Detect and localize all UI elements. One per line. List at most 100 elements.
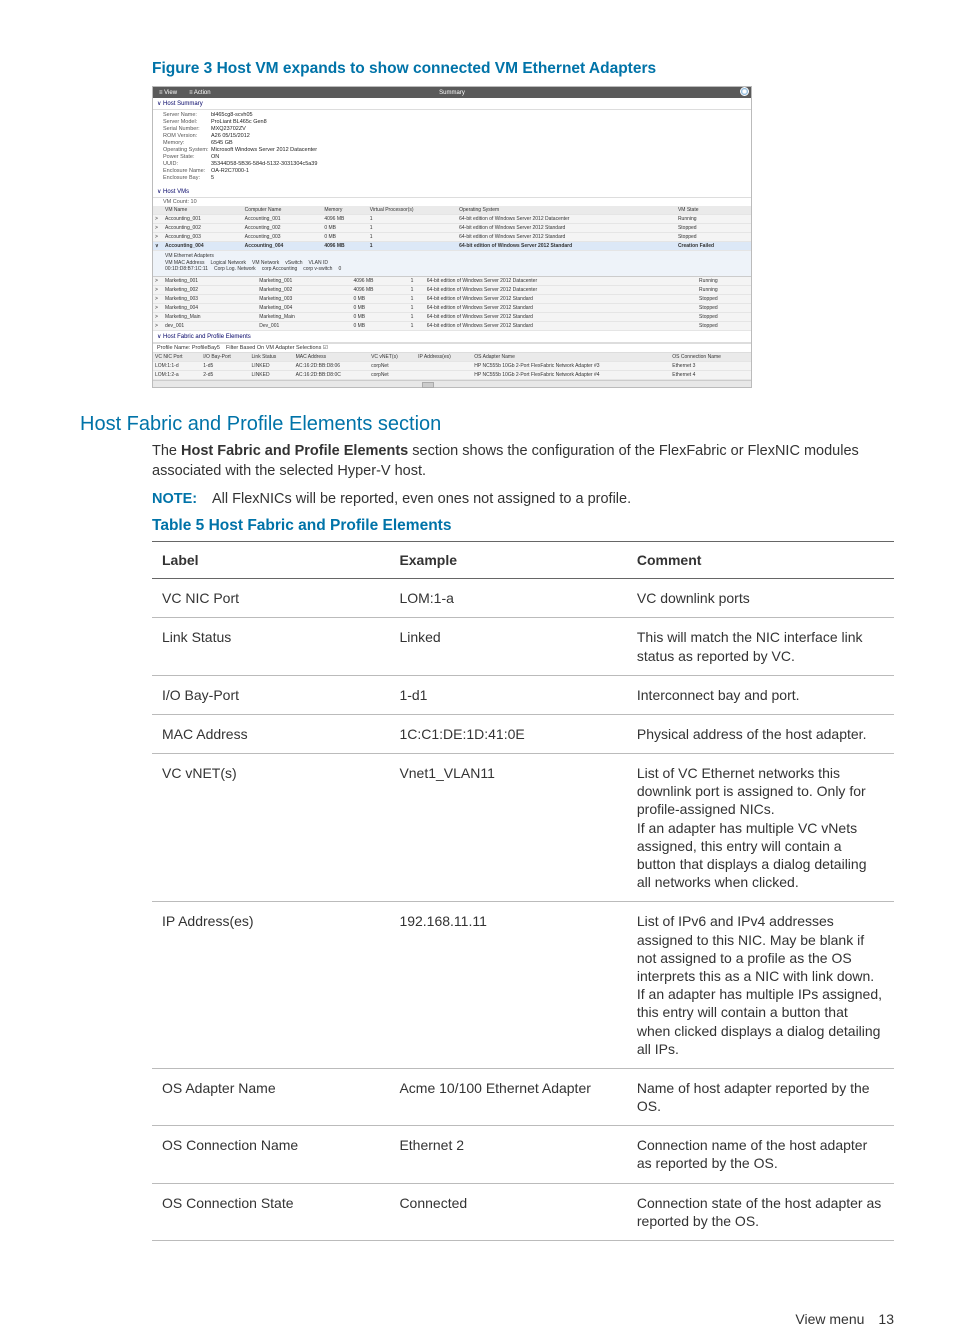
cell-example: 1-d1 bbox=[389, 675, 626, 714]
vm-row[interactable]: >Marketing_001Marketing_0014096 MB164-bi… bbox=[153, 277, 751, 286]
cell-example: Connected bbox=[389, 1183, 626, 1240]
fabric-header[interactable]: ∨ Host Fabric and Profile Elements bbox=[153, 331, 751, 343]
kv-key: Memory: bbox=[163, 140, 211, 147]
main-table: LabelExampleComment VC NIC PortLOM:1-aVC… bbox=[152, 541, 894, 1241]
vm-adapters-row: 00:1D:D8:B7:1C:11Corp Log. Networkcorp A… bbox=[165, 266, 747, 272]
expand-icon[interactable]: > bbox=[155, 287, 161, 293]
kv-key: UUID: bbox=[163, 161, 211, 168]
cell-label: I/O Bay-Port bbox=[152, 675, 389, 714]
cell-example: LOM:1-a bbox=[389, 579, 626, 618]
cell-comment: Name of host adapter reported by the OS. bbox=[627, 1068, 894, 1125]
table-row: Link StatusLinkedThis will match the NIC… bbox=[152, 618, 894, 675]
host-vms-header[interactable]: ∨ Host VMs bbox=[153, 186, 751, 198]
vm-col: Computer Name bbox=[243, 206, 323, 215]
expand-icon[interactable]: > bbox=[155, 314, 161, 320]
kv-val: 6545 GB bbox=[211, 140, 233, 147]
fab-col: OS Connection Name bbox=[670, 353, 751, 362]
vm-col: Operating System bbox=[457, 206, 676, 215]
menu-action[interactable]: ≡ Action bbox=[183, 90, 217, 96]
fabric-profile-row: Profile Name: ProfileBay5 Filter Based O… bbox=[153, 343, 751, 353]
vm-table: VM NameComputer NameMemoryVirtual Proces… bbox=[153, 206, 751, 251]
kv-key: Server Name: bbox=[163, 112, 211, 119]
hp-logo-icon bbox=[740, 87, 749, 96]
kv-key: Power State: bbox=[163, 154, 211, 161]
kv-val: bl465cg8-scvh05 bbox=[211, 112, 253, 119]
cell-label: VC NIC Port bbox=[152, 579, 389, 618]
screenshot: ≡ View ≡ Action Summary ∨ Host Summary S… bbox=[152, 86, 752, 388]
kv-key: Serial Number: bbox=[163, 126, 211, 133]
section-para: The Host Fabric and Profile Elements sec… bbox=[152, 442, 894, 481]
expand-icon[interactable]: > bbox=[155, 323, 161, 329]
kv-key: Server Model: bbox=[163, 119, 211, 126]
cell-label: OS Adapter Name bbox=[152, 1068, 389, 1125]
kv-key: Enclosure Bay: bbox=[163, 175, 211, 182]
cell-example: Linked bbox=[389, 618, 626, 675]
note-label: NOTE: bbox=[152, 491, 212, 507]
table-row: OS Adapter NameAcme 10/100 Ethernet Adap… bbox=[152, 1068, 894, 1125]
fabric-table: VC NIC PortI/O Bay-PortLink StatusMAC Ad… bbox=[153, 353, 751, 380]
cell-example: Acme 10/100 Ethernet Adapter bbox=[389, 1068, 626, 1125]
vm-row[interactable]: >Marketing_004Marketing_0040 MB164-bit e… bbox=[153, 304, 751, 313]
para-bold: Host Fabric and Profile Elements bbox=[181, 443, 408, 459]
expand-icon[interactable]: > bbox=[155, 278, 161, 284]
vm-row[interactable]: ∨Accounting_004Accounting_0044096 MB164-… bbox=[153, 242, 751, 251]
cell-example: 1C:C1:DE:1D:41:0E bbox=[389, 714, 626, 753]
kv-val: ProLiant BL465c Gen8 bbox=[211, 119, 267, 126]
table-row: VC vNET(s)Vnet1_VLAN11List of VC Etherne… bbox=[152, 754, 894, 902]
cell-label: IP Address(es) bbox=[152, 902, 389, 1069]
cell-example: 192.168.11.11 bbox=[389, 902, 626, 1069]
table-row: OS Connection StateConnectedConnection s… bbox=[152, 1183, 894, 1240]
kv-val: 35344D58-5B36-584d-5132-3031304c5a39 bbox=[211, 161, 317, 168]
kv-val: ON bbox=[211, 154, 219, 161]
vm-row[interactable]: >Accounting_002Accounting_0020 MB164-bit… bbox=[153, 224, 751, 233]
table-row: MAC Address1C:C1:DE:1D:41:0EPhysical add… bbox=[152, 714, 894, 753]
vm-table-2: >Marketing_001Marketing_0014096 MB164-bi… bbox=[153, 277, 751, 331]
vm-row[interactable]: >Accounting_003Accounting_0030 MB164-bit… bbox=[153, 233, 751, 242]
cell-label: VC vNET(s) bbox=[152, 754, 389, 902]
cell-comment: List of VC Ethernet networks this downli… bbox=[627, 754, 894, 902]
fabric-row[interactable]: LOM:1:2-a2-d5LINKEDAC:16:2D:BB:D8:0Ccorp… bbox=[153, 371, 751, 380]
footer-label: View menu bbox=[795, 1311, 864, 1327]
vm-ethernet-adapters: VM Ethernet Adapters VM MAC AddressLogic… bbox=[153, 251, 751, 277]
note-row: NOTE: All FlexNICs will be reported, eve… bbox=[152, 491, 894, 507]
footer: View menu 13 bbox=[0, 1311, 894, 1327]
expand-icon[interactable]: > bbox=[155, 234, 161, 240]
fabric-row[interactable]: LOM:1:1-d1-d5LINKEDAC:16:2D:BB:D8:06corp… bbox=[153, 362, 751, 371]
expand-icon[interactable]: > bbox=[155, 296, 161, 302]
footer-page: 13 bbox=[878, 1311, 894, 1327]
vm-col: VM Name bbox=[163, 206, 243, 215]
profile-name: Profile Name: ProfileBay5 bbox=[157, 345, 220, 351]
kv-key: Operating System: bbox=[163, 147, 211, 154]
fab-col: VC NIC Port bbox=[153, 353, 201, 362]
kv-key: Enclosure Name: bbox=[163, 168, 211, 175]
kv-val: Microsoft Windows Server 2012 Datacenter bbox=[211, 147, 317, 154]
vm-row[interactable]: >dev_001Dev_0010 MB164-bit edition of Wi… bbox=[153, 322, 751, 331]
kv-val: MXQ23702ZV bbox=[211, 126, 246, 133]
expand-icon[interactable]: ∨ bbox=[155, 243, 161, 249]
kv-val: A26 05/15/2012 bbox=[211, 133, 250, 140]
cell-comment: Connection name of the host adapter as r… bbox=[627, 1126, 894, 1183]
vm-row[interactable]: >Marketing_003Marketing_0030 MB164-bit e… bbox=[153, 295, 751, 304]
ss-menubar: ≡ View ≡ Action Summary bbox=[153, 87, 751, 98]
expand-icon[interactable]: > bbox=[155, 305, 161, 311]
note-text: All FlexNICs will be reported, even ones… bbox=[212, 491, 631, 507]
scrollbar[interactable] bbox=[153, 380, 751, 387]
table-row: IP Address(es)192.168.11.11List of IPv6 … bbox=[152, 902, 894, 1069]
menu-view[interactable]: ≡ View bbox=[153, 90, 183, 96]
expand-icon[interactable]: > bbox=[155, 216, 161, 222]
cell-label: OS Connection Name bbox=[152, 1126, 389, 1183]
host-summary-header[interactable]: ∨ Host Summary bbox=[153, 98, 751, 110]
expand-icon[interactable]: > bbox=[155, 225, 161, 231]
vm-col: Virtual Processor(s) bbox=[368, 206, 457, 215]
vm-col: VM State bbox=[676, 206, 751, 215]
cell-example: Vnet1_VLAN11 bbox=[389, 754, 626, 902]
kv-key: ROM Version: bbox=[163, 133, 211, 140]
kv-val: OA-R2C7000-1 bbox=[211, 168, 249, 175]
cell-label: MAC Address bbox=[152, 714, 389, 753]
vm-row[interactable]: >Accounting_001Accounting_0014096 MB164-… bbox=[153, 215, 751, 224]
vm-row[interactable]: >Marketing_002Marketing_0024096 MB164-bi… bbox=[153, 286, 751, 295]
vm-row[interactable]: >Marketing_MainMarketing_Main0 MB164-bit… bbox=[153, 313, 751, 322]
table-row: OS Connection NameEthernet 2Connection n… bbox=[152, 1126, 894, 1183]
filter-checkbox[interactable]: Filter Based On VM Adapter Selections ☑ bbox=[226, 345, 328, 351]
cell-label: Link Status bbox=[152, 618, 389, 675]
